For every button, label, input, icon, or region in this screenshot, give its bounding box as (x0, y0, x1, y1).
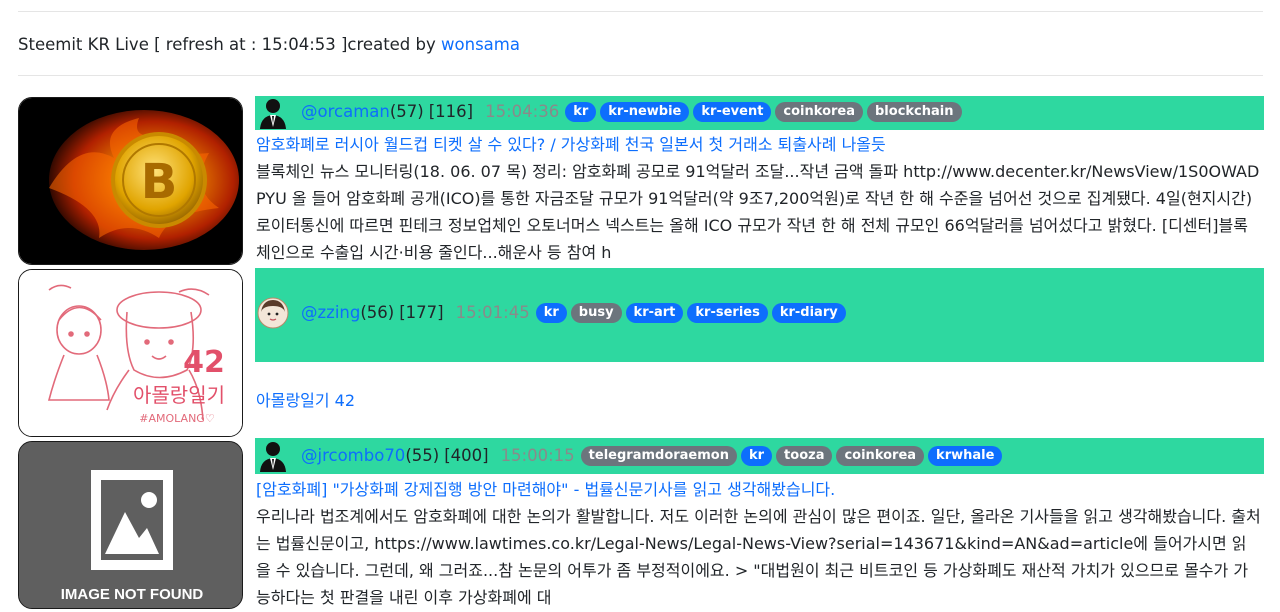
post-title-link[interactable]: 아몰랑일기 42 (256, 390, 355, 412)
tag-badge[interactable]: telegramdoraemon (580, 446, 737, 466)
post-header: @orcaman (57) [116] 15:04:36 kr kr-newbi… (255, 96, 1264, 130)
tag-badge[interactable]: busy (570, 303, 622, 323)
post-thumbnail[interactable]: 42 아몰랑일기 #AMOLANG♡ (18, 269, 243, 437)
author-link[interactable]: @zzing (301, 302, 360, 324)
avatar-icon[interactable] (257, 297, 289, 329)
creator-link[interactable]: wonsama (441, 35, 520, 54)
author-link[interactable]: @jrcombo70 (301, 445, 405, 467)
svg-text:B: B (141, 154, 178, 210)
image-not-found-icon: IMAGE NOT FOUND (19, 442, 242, 608)
post-title-link[interactable]: [암호화폐] "가상화폐 강제집행 방안 마련해야" - 법률신문기사를 읽고 … (256, 479, 835, 501)
tag-badge[interactable]: kr-event (693, 102, 772, 122)
post-header: @zzing (56) [177] 15:01:45 kr busy kr-ar… (255, 268, 1264, 362)
tag-badge[interactable]: coinkorea (775, 102, 863, 122)
thumb-tagline: #AMOLANG♡ (139, 412, 214, 425)
post-time: 15:01:45 (455, 303, 530, 322)
bitcoin-fire-icon: B (19, 98, 242, 264)
tag-badge[interactable]: coinkorea (836, 446, 925, 466)
post-thumbnail[interactable]: IMAGE NOT FOUND (18, 441, 243, 609)
author-link[interactable]: @orcaman (301, 101, 390, 123)
amolang-drawing-icon: 42 아몰랑일기 #AMOLANG♡ (19, 270, 242, 436)
header-divider (18, 75, 1263, 76)
post-count: [177] (399, 303, 444, 322)
tag-badge[interactable]: tooza (776, 446, 833, 466)
tag-badge[interactable]: kr (565, 102, 597, 122)
post-excerpt: 블록체인 뉴스 모니터링(18. 06. 07 목) 정리: 암호화폐 공모로 … (256, 162, 1260, 262)
post-excerpt: 우리나라 법조계에서도 암호화폐에 대한 논의가 활발합니다. 저도 이러한 논… (256, 507, 1261, 607)
post-thumbnail[interactable]: B (18, 97, 243, 265)
tag-badge[interactable]: krwhale (928, 446, 1003, 466)
page-header: Steemit KR Live [ refresh at : 15:04:53 … (18, 34, 520, 56)
avatar-icon[interactable] (257, 97, 289, 129)
tag-badge[interactable]: kr (535, 303, 567, 323)
tag-badge[interactable]: kr-art (625, 303, 684, 323)
tag-badge[interactable]: kr (740, 446, 773, 466)
post-header: @jrcombo70 (55) [400] 15:00:15 telegramd… (255, 438, 1264, 474)
author-reputation: (55) (405, 446, 440, 465)
post-title-link[interactable]: 암호화폐로 러시아 월드컵 티켓 살 수 있다? / 가상화폐 천국 일본서 첫… (256, 134, 886, 156)
post-count: [400] (444, 446, 489, 465)
author-reputation: (57) (389, 102, 424, 121)
tag-badge[interactable]: blockchain (867, 102, 962, 122)
thumb-brand: 아몰랑일기 (133, 383, 225, 407)
tag-badge[interactable]: kr-newbie (600, 102, 690, 122)
thumb-number: 42 (183, 345, 225, 380)
post-count: [116] (428, 102, 474, 121)
header-text: Steemit KR Live [ refresh at : 15:04:53 … (18, 35, 436, 54)
tag-badge[interactable]: kr-diary (771, 303, 846, 323)
post-time: 15:04:36 (485, 102, 560, 121)
avatar-icon[interactable] (257, 440, 289, 472)
tag-badge[interactable]: kr-series (687, 303, 768, 323)
post-time: 15:00:15 (500, 446, 575, 465)
image-not-found-label: IMAGE NOT FOUND (61, 586, 204, 603)
author-reputation: (56) (360, 303, 395, 322)
top-divider (18, 11, 1263, 12)
